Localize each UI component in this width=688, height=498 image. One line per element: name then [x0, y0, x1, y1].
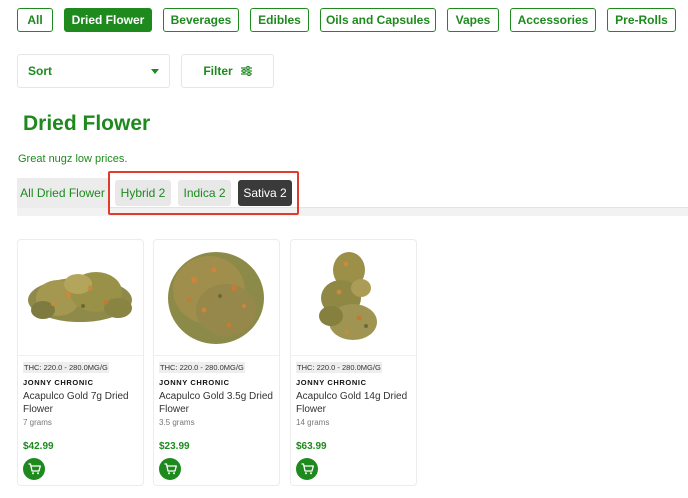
product-brand: JONNY CHRONIC — [159, 378, 230, 387]
category-oils-capsules-button[interactable]: Oils and Capsules — [320, 8, 436, 32]
category-accessories-button[interactable]: Accessories — [510, 8, 596, 32]
filter-button[interactable]: Filter — [181, 54, 274, 88]
category-vapes-button[interactable]: Vapes — [447, 8, 499, 32]
add-to-cart-button[interactable] — [23, 458, 45, 480]
product-weight: 7 grams — [23, 418, 52, 427]
category-dried-flower-button[interactable]: Dried Flower — [64, 8, 152, 32]
product-image[interactable] — [18, 240, 143, 356]
product-weight: 14 grams — [296, 418, 330, 427]
thc-badge: THC: 220.0 - 280.0MG/G — [159, 362, 245, 373]
sliders-icon — [240, 66, 252, 76]
tab-all-dried-flower[interactable]: All Dried Flower — [17, 178, 108, 208]
product-name[interactable]: Acapulco Gold 3.5g Dried Flower — [159, 390, 277, 416]
highlight-annotation-box — [108, 171, 299, 215]
thc-badge: THC: 220.0 - 280.0MG/G — [23, 362, 109, 373]
page-subtitle: Great nugz low prices. — [18, 153, 128, 165]
category-pre-rolls-button[interactable]: Pre-Rolls — [607, 8, 676, 32]
filter-label: Filter — [203, 64, 233, 78]
product-card[interactable]: THC: 220.0 - 280.0MG/G JONNY CHRONIC Aca… — [153, 239, 280, 486]
product-card[interactable]: THC: 220.0 - 280.0MG/G JONNY CHRONIC Aca… — [290, 239, 417, 486]
page-title: Dried Flower — [23, 112, 151, 135]
product-image[interactable] — [154, 240, 279, 356]
product-brand: JONNY CHRONIC — [23, 378, 94, 387]
category-beverages-button[interactable]: Beverages — [163, 8, 239, 32]
cart-icon — [28, 463, 41, 475]
cart-icon — [164, 463, 177, 475]
product-image[interactable] — [291, 240, 416, 356]
product-price: $63.99 — [296, 441, 327, 452]
thc-badge: THC: 220.0 - 280.0MG/G — [296, 362, 382, 373]
product-price: $23.99 — [159, 441, 190, 452]
chevron-down-icon — [151, 68, 159, 74]
category-edibles-button[interactable]: Edibles — [250, 8, 309, 32]
product-price: $42.99 — [23, 441, 54, 452]
product-name[interactable]: Acapulco Gold 14g Dried Flower — [296, 390, 414, 416]
add-to-cart-button[interactable] — [159, 458, 181, 480]
category-all-button[interactable]: All — [17, 8, 53, 32]
cart-icon — [301, 463, 314, 475]
product-name[interactable]: Acapulco Gold 7g Dried Flower — [23, 390, 141, 416]
product-weight: 3.5 grams — [159, 418, 195, 427]
product-card[interactable]: THC: 220.0 - 280.0MG/G JONNY CHRONIC Aca… — [17, 239, 144, 486]
sort-dropdown[interactable]: Sort — [17, 54, 170, 88]
product-brand: JONNY CHRONIC — [296, 378, 367, 387]
add-to-cart-button[interactable] — [296, 458, 318, 480]
sort-label: Sort — [28, 64, 52, 78]
